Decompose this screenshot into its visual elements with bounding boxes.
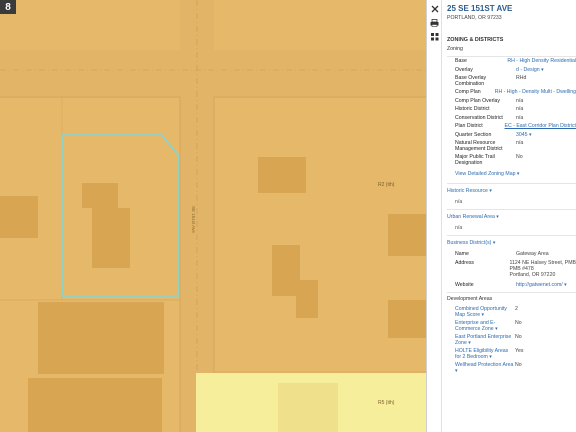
dev-row-holte: HOLTE Eligibility Areas for 2 Bedroom ▾ Y… (455, 348, 524, 361)
property-panel: 25 SE 151ST AVE PORTLAND, OR 97233 ZONIN… (442, 0, 576, 432)
property-city: PORTLAND, OR 97233 (447, 15, 502, 21)
zoning-row-historic-district: Historic District n/a (455, 106, 524, 112)
base-zone-link[interactable]: RH - High Density Residential (507, 57, 576, 64)
map-canvas[interactable] (0, 0, 426, 432)
print-icon[interactable] (428, 16, 441, 29)
quarter-section-link[interactable]: 3045 ▾ (516, 131, 576, 138)
business-address-row: Address 1124 NE Halsey Street, PMB PMB #… (455, 259, 576, 278)
building (38, 302, 164, 374)
zoning-row-quarter-section: Quarter Section 3045 ▾ (442, 131, 576, 140)
comp-plan-link[interactable]: RH - High - Density Multi - Dwelling (495, 88, 576, 95)
layers-icon[interactable] (428, 30, 441, 43)
property-address: 25 SE 151ST AVE (447, 4, 513, 13)
building (28, 378, 162, 432)
zoning-row-conservation-district: Conservation District n/a (455, 114, 524, 121)
zoning-row-comp-plan: Comp Plan RH - High - Density Multi - Dwe… (455, 88, 576, 95)
building (0, 196, 38, 238)
dev-row-opportunity: Combined Opportunity Map Score ▾ 2 (455, 306, 518, 319)
building (388, 300, 426, 338)
zoning-row-base: Base RH - High Density Residential (455, 57, 576, 64)
zoning-row-overlay: Overlay d - Design ▾ (442, 66, 576, 75)
building (388, 214, 426, 256)
zoning-row-public-trail: Major Public Trail Designation No (455, 154, 523, 167)
address-header: 25 SE 151ST AVE PORTLAND, OR 97233 (442, 0, 576, 30)
plan-district-link[interactable]: EC - East Corridor Plan District (505, 122, 576, 129)
zone-label-r2: R2 (ith) (378, 182, 395, 188)
zoning-row-base-overlay: Base Overlay Combination RHd (455, 75, 527, 88)
page-indicator: 8 (0, 0, 16, 14)
zoning-row-comp-plan-overlay: Comp Plan Overlay n/a (455, 97, 524, 104)
business-website-link[interactable]: http://gatwenet.com/ ▾ (516, 281, 576, 288)
close-icon[interactable] (428, 2, 441, 15)
map-view[interactable]: 8 R2 (ith) R5 (ith) SE 151st Ave (0, 0, 426, 432)
business-name-row: Name Gateway Area (455, 251, 549, 257)
zoning-row-natural-resource: Natural Resource Management District n/a (455, 140, 524, 153)
dev-row-ecommerce: Enterprise and E-Commerce Zone ▾ No (455, 320, 522, 333)
building (258, 157, 306, 193)
business-website-row: Website http://gatwenet.com/ ▾ (442, 281, 576, 290)
street-label: SE 151st Ave (191, 206, 196, 233)
zoning-row-plan-district: Plan District EC - East Corridor Plan Dis… (455, 122, 576, 129)
building (278, 383, 338, 432)
overlay-link[interactable]: d - Design ▾ (516, 66, 576, 73)
zone-label-r5: R5 (ith) (378, 400, 395, 406)
dev-row-east-portland: East Portland Enterprise Zone ▾ No (455, 334, 522, 347)
dev-row-wellhead: Wellhead Protection Area ▾ No (455, 362, 522, 375)
map-toolbar (426, 0, 442, 432)
